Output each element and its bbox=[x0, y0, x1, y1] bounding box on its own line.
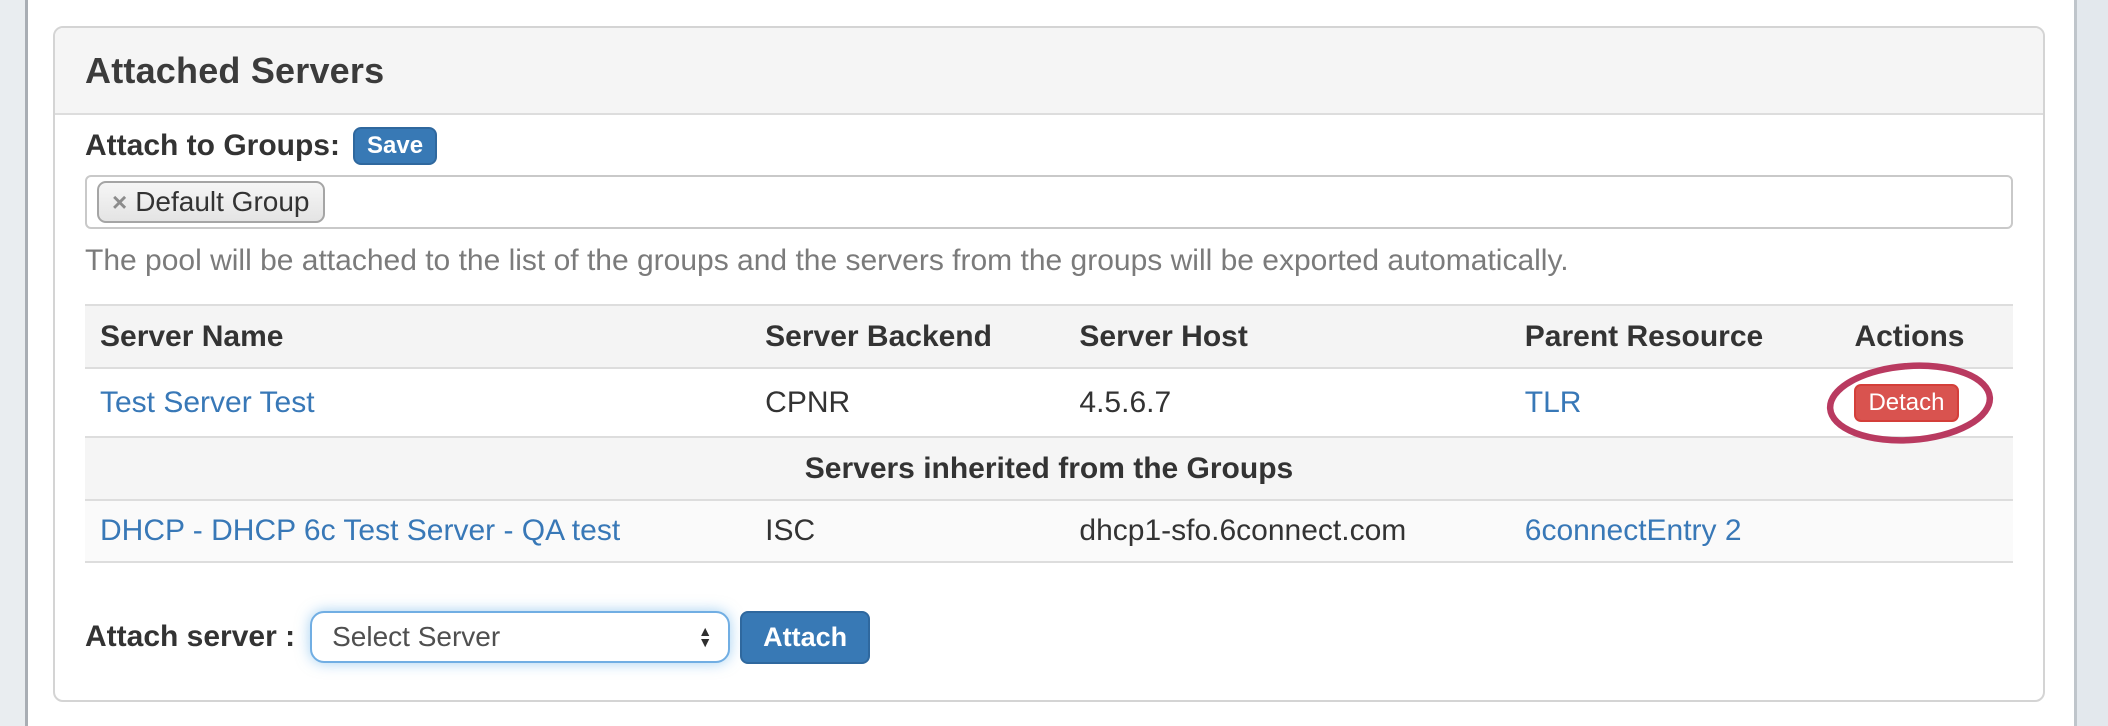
panel-body: Attach to Groups: Save × Default Group T… bbox=[55, 115, 2043, 704]
col-header-actions: Actions bbox=[1839, 305, 2013, 368]
save-button[interactable]: Save bbox=[353, 127, 437, 165]
parent-resource-cell: 6connectEntry 2 bbox=[1510, 500, 1840, 562]
actions-cell bbox=[1839, 500, 2013, 562]
server-select[interactable]: Select Server ▲ ▼ bbox=[310, 611, 730, 663]
attach-to-groups-row: Attach to Groups: Save bbox=[85, 126, 2013, 166]
inherited-divider-label: Servers inherited from the Groups bbox=[85, 437, 2013, 500]
servers-table: Server Name Server Backend Server Host P… bbox=[85, 304, 2013, 563]
select-arrows-icon: ▲ ▼ bbox=[698, 626, 712, 648]
attached-servers-panel: Attached Servers Attach to Groups: Save … bbox=[53, 26, 2045, 702]
groups-help-text: The pool will be attached to the list of… bbox=[85, 243, 2013, 279]
left-gutter bbox=[0, 0, 28, 726]
parent-resource-cell: TLR bbox=[1510, 368, 1840, 437]
table-row: Test Server Test CPNR 4.5.6.7 TLR Detach bbox=[85, 368, 2013, 437]
detach-wrap: Detach bbox=[1854, 384, 1958, 422]
server-name-link[interactable]: DHCP - DHCP 6c Test Server - QA test bbox=[100, 514, 620, 547]
col-header-parent-resource: Parent Resource bbox=[1510, 305, 1840, 368]
server-name-link[interactable]: Test Server Test bbox=[100, 386, 315, 419]
server-host-cell: 4.5.6.7 bbox=[1064, 368, 1509, 437]
group-chip: × Default Group bbox=[97, 181, 325, 223]
attach-server-label: Attach server : bbox=[85, 620, 295, 654]
server-host-cell: dhcp1-sfo.6connect.com bbox=[1064, 500, 1509, 562]
parent-resource-link[interactable]: TLR bbox=[1525, 386, 1582, 419]
server-select-value: Select Server bbox=[332, 621, 500, 653]
col-header-server-name: Server Name bbox=[85, 305, 750, 368]
attach-to-groups-label: Attach to Groups: bbox=[85, 129, 340, 163]
panel-heading: Attached Servers bbox=[55, 28, 2043, 115]
table-header-row: Server Name Server Backend Server Host P… bbox=[85, 305, 2013, 368]
right-gutter bbox=[2074, 0, 2108, 726]
parent-resource-link[interactable]: 6connectEntry 2 bbox=[1525, 514, 1742, 547]
col-header-server-host: Server Host bbox=[1064, 305, 1509, 368]
inherited-divider-row: Servers inherited from the Groups bbox=[85, 437, 2013, 500]
panel-title: Attached Servers bbox=[85, 50, 384, 92]
col-header-server-backend: Server Backend bbox=[750, 305, 1064, 368]
detach-button[interactable]: Detach bbox=[1854, 384, 1958, 422]
server-backend-cell: ISC bbox=[750, 500, 1064, 562]
attach-server-row: Attach server : Select Server ▲ ▼ Attach bbox=[85, 609, 2013, 704]
server-backend-cell: CPNR bbox=[750, 368, 1064, 437]
table-row: DHCP - DHCP 6c Test Server - QA test ISC… bbox=[85, 500, 2013, 562]
arrow-down-icon: ▼ bbox=[698, 637, 712, 648]
server-name-cell: Test Server Test bbox=[85, 368, 750, 437]
attach-button[interactable]: Attach bbox=[740, 611, 870, 664]
server-name-cell: DHCP - DHCP 6c Test Server - QA test bbox=[85, 500, 750, 562]
group-chip-label: Default Group bbox=[135, 188, 309, 216]
actions-cell: Detach bbox=[1839, 368, 2013, 437]
remove-group-icon[interactable]: × bbox=[112, 189, 127, 215]
groups-multiselect-input[interactable]: × Default Group bbox=[85, 175, 2013, 229]
